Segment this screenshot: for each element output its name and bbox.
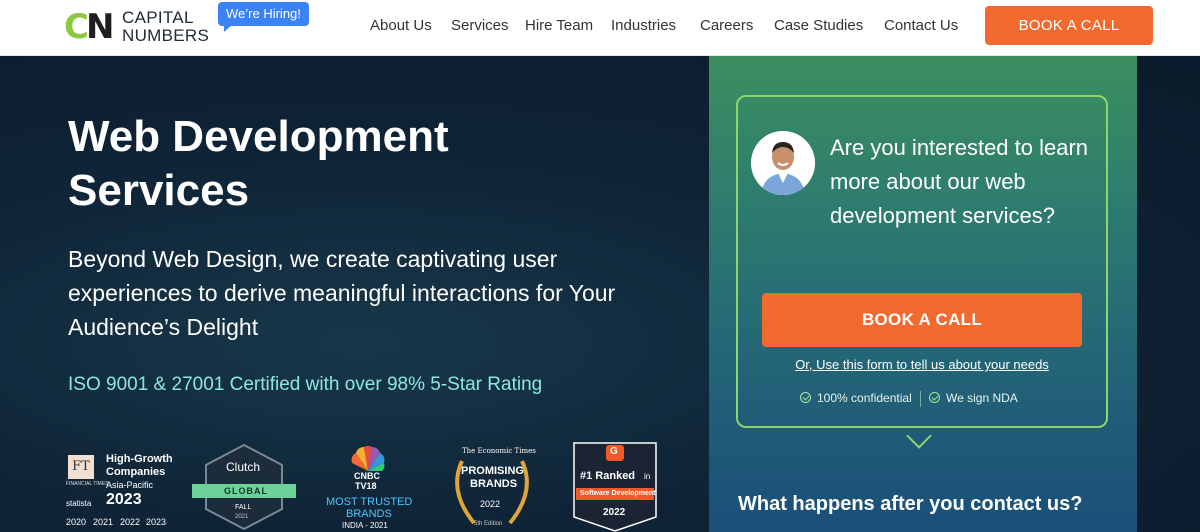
certification-text: ISO 9001 & 27001 Certified with over 98%… <box>68 374 543 395</box>
ft-logo: FT <box>68 455 94 479</box>
g2-rank: #1 Ranked <box>580 470 636 482</box>
ft-year-1: 2020 <box>66 517 87 527</box>
et-promising-brands-badge: The Economic Times PROMISING BRANDS 2022… <box>444 441 540 532</box>
panel-question: Are you interested to learn more about o… <box>830 135 1089 228</box>
cnbc-line3: INDIA - 2021 <box>342 521 388 530</box>
guarantee-confidential: 100% confidential <box>800 391 912 405</box>
guarantee-confidential-text: 100% confidential <box>817 391 912 405</box>
page-title-line2: Services <box>68 166 250 215</box>
consultant-avatar <box>751 131 815 195</box>
page-title: Web Development Services <box>68 110 668 218</box>
hiring-badge[interactable]: We’re Hiring! <box>218 2 309 32</box>
cnbc-line1: MOST TRUSTED <box>326 496 413 508</box>
et-edition: 5th Edition <box>474 521 503 527</box>
clutch-name: Clutch <box>226 460 261 474</box>
nav-hire-team[interactable]: Hire Team <box>525 17 593 34</box>
nav-about-us[interactable]: About Us <box>370 17 432 34</box>
nav-services[interactable]: Services <box>451 17 509 34</box>
clutch-award-badge: Clutch GLOBAL FALL 2021 <box>190 441 298 532</box>
ft-title-line2: Companies <box>106 466 166 478</box>
et-line1: PROMISING <box>461 465 524 477</box>
cnbc-award-badge: CNBC TV18 MOST TRUSTED BRANDS INDIA - 20… <box>320 441 416 532</box>
capital-numbers-logo[interactable]: CN CAPITAL NUMBERS <box>64 7 224 47</box>
ft-small-text: FINANCIAL TIMES <box>66 481 109 487</box>
ft-region: Asia-Pacific <box>106 480 154 490</box>
nav-industries[interactable]: Industries <box>611 17 676 34</box>
nav-case-studies[interactable]: Case Studies <box>774 17 863 34</box>
clutch-ribbon: GLOBAL <box>224 486 268 496</box>
check-circle-icon <box>800 392 811 403</box>
site-header: CN CAPITAL NUMBERS We’re Hiring! About U… <box>0 0 1200 56</box>
guarantee-nda: We sign NDA <box>929 391 1018 405</box>
nav-contact-us[interactable]: Contact Us <box>884 17 958 34</box>
g2-rank-suffix: in <box>644 472 651 481</box>
person-avatar-icon <box>751 131 815 195</box>
guarantee-nda-text: We sign NDA <box>946 391 1018 405</box>
et-top-text: The Economic Times <box>462 447 536 455</box>
hero-subtitle: Beyond Web Design, we create captivating… <box>68 246 616 340</box>
statista-logo: statista <box>66 499 92 508</box>
ft-year-3: 2022 <box>120 517 141 527</box>
page-title-line1: Web Development <box>68 112 449 161</box>
cnbc-line2: BRANDS <box>346 508 392 520</box>
ft-year: 2023 <box>106 491 142 508</box>
contact-form-link[interactable]: Or, Use this form to tell us about your … <box>762 357 1082 372</box>
logo-bottom-text: NUMBERS <box>122 26 210 45</box>
g2-logo-icon: G <box>610 446 618 457</box>
cnbc-sub: TV18 <box>355 481 377 491</box>
guarantee-divider <box>920 391 921 407</box>
award-badges: FT FINANCIAL TIMES High-Growth Companies… <box>64 441 674 532</box>
logo-wordmark: CAPITAL NUMBERS <box>122 9 209 45</box>
logo-top-text: CAPITAL <box>122 8 194 27</box>
check-circle-icon <box>929 392 940 403</box>
et-line2: BRANDS <box>470 478 518 490</box>
ft-title-line1: High-Growth <box>106 453 173 465</box>
cnbc-peacock-icon <box>351 445 385 471</box>
what-happens-next-heading: What happens after you contact us? <box>738 493 1083 515</box>
g2-year: 2022 <box>603 507 626 518</box>
ft-award-badge: FT FINANCIAL TIMES High-Growth Companies… <box>64 441 184 532</box>
ft-year-2: 2021 <box>93 517 114 527</box>
g2-ranked-badge: G #1 Ranked in Software Development 2022 <box>572 441 658 532</box>
book-a-call-panel-button[interactable]: BOOK A CALL <box>762 293 1082 347</box>
et-year: 2022 <box>480 499 501 509</box>
ft-year-4: 2023 <box>146 517 167 527</box>
cn-logo-mark: CN <box>64 7 114 47</box>
clutch-year: 2021 <box>235 514 249 520</box>
clutch-season: FALL <box>235 504 252 511</box>
book-a-call-header-button[interactable]: BOOK A CALL <box>985 6 1153 45</box>
cnbc-name: CNBC <box>354 471 380 481</box>
nav-careers[interactable]: Careers <box>700 17 753 34</box>
g2-category: Software Development <box>580 490 656 497</box>
